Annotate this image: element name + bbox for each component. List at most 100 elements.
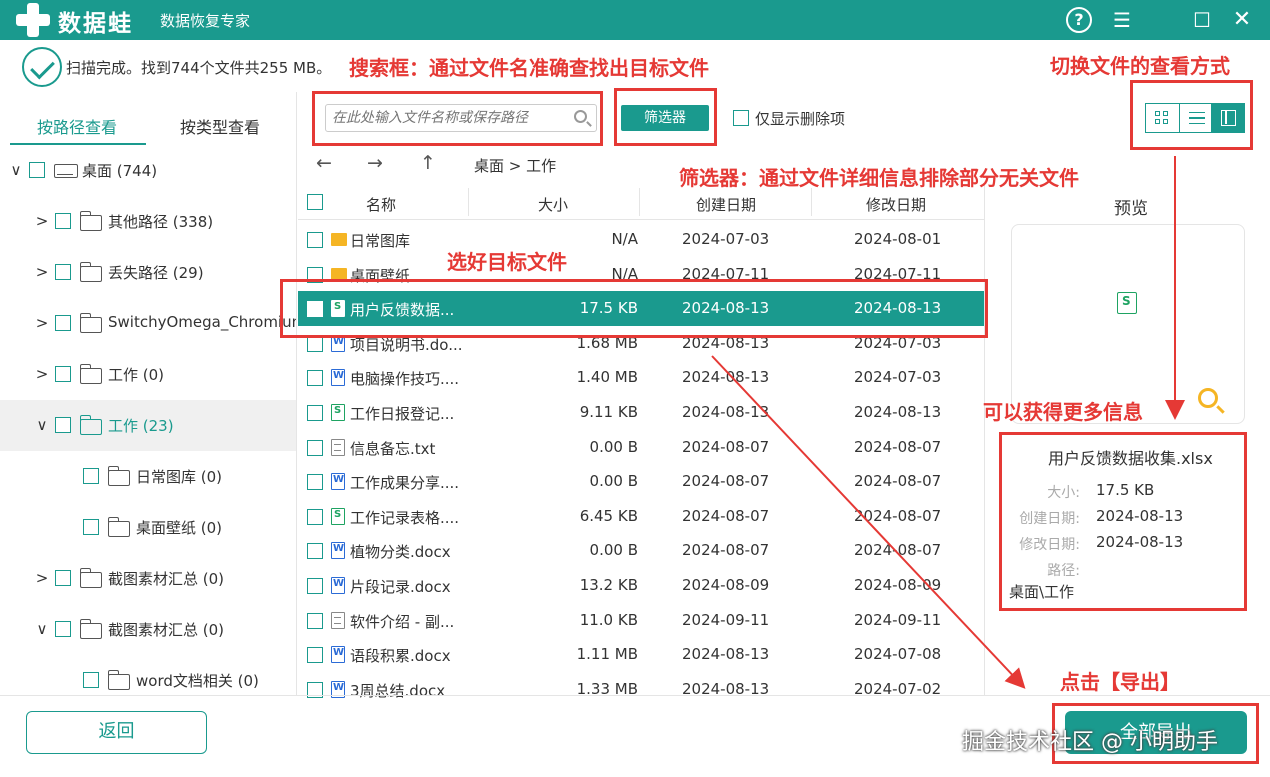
- column-separator: [639, 188, 640, 216]
- column-size[interactable]: 大小: [538, 194, 568, 215]
- table-row[interactable]: 工作成果分享.... 0.00 B 2024-08-07 2024-08-07: [298, 464, 984, 499]
- row-checkbox[interactable]: [307, 439, 323, 456]
- expand-arrow-icon[interactable]: [60, 466, 80, 486]
- table-divider: [984, 185, 985, 695]
- tree-item[interactable]: ∨ 截图素材汇总 (0): [0, 604, 296, 655]
- cell-name: 软件介绍 - 副...: [350, 612, 455, 631]
- help-icon[interactable]: ?: [1066, 7, 1092, 33]
- menu-icon[interactable]: ☰: [1108, 6, 1136, 34]
- expand-arrow-icon[interactable]: [60, 517, 80, 537]
- text-file-icon: [331, 438, 345, 456]
- tree-checkbox[interactable]: [55, 621, 71, 637]
- cell-name: 信息备忘.txt: [350, 439, 436, 458]
- tree-checkbox[interactable]: [55, 213, 71, 229]
- expand-arrow-icon[interactable]: >: [32, 313, 52, 333]
- table-row[interactable]: 软件介绍 - 副... 11.0 KB 2024-09-11 2024-09-11: [298, 603, 984, 638]
- table-row[interactable]: 工作日报登记... 9.11 KB 2024-08-13 2024-08-13: [298, 395, 984, 430]
- tree-item-label: 丢失路径 (29): [108, 264, 204, 282]
- tree-checkbox[interactable]: [83, 672, 99, 688]
- row-checkbox[interactable]: [307, 508, 323, 525]
- table-row[interactable]: 日常图库 N/A 2024-07-03 2024-08-01: [298, 222, 984, 257]
- word-file-icon: [331, 473, 345, 491]
- table-row[interactable]: 片段记录.docx 13.2 KB 2024-08-09 2024-08-09: [298, 568, 984, 603]
- maximize-icon[interactable]: ☐: [1188, 6, 1216, 34]
- cell-name: 语段积累.docx: [350, 647, 451, 666]
- zoom-icon[interactable]: [1198, 388, 1218, 408]
- table-row[interactable]: 工作记录表格.... 6.45 KB 2024-08-07 2024-08-07: [298, 499, 984, 534]
- tree-checkbox[interactable]: [83, 468, 99, 484]
- tree-item[interactable]: > 截图素材汇总 (0): [0, 553, 296, 604]
- table-row[interactable]: 信息备忘.txt 0.00 B 2024-08-07 2024-08-07: [298, 430, 984, 465]
- back-button[interactable]: 返回: [26, 711, 207, 754]
- expand-arrow-icon[interactable]: >: [32, 211, 52, 231]
- column-name[interactable]: 名称: [366, 194, 396, 215]
- forward-arrow-icon[interactable]: →: [367, 152, 383, 174]
- tree-item[interactable]: ∨ 工作 (23): [0, 400, 296, 451]
- word-file-icon: [331, 646, 345, 664]
- tree-checkbox[interactable]: [55, 264, 71, 280]
- tree-item[interactable]: > 丢失路径 (29): [0, 247, 296, 298]
- folder-icon: [79, 415, 102, 435]
- table-row[interactable]: 3周总结.docx1.33 MB2024-08-132024-07-02: [298, 672, 984, 707]
- expand-arrow-icon[interactable]: ∨: [32, 619, 52, 639]
- tree-item[interactable]: word文档相关 (0): [0, 655, 296, 695]
- word-file-icon: [331, 577, 345, 594]
- tree-item[interactable]: 日常图库 (0): [0, 451, 296, 502]
- tree-item[interactable]: > SwitchyOmega_Chromium: [0, 298, 296, 349]
- tree-item-label: 桌面 (744): [82, 162, 158, 180]
- expand-arrow-icon[interactable]: ∨: [6, 160, 26, 180]
- tree-item[interactable]: > 工作 (0): [0, 349, 296, 400]
- table-row[interactable]: 语段积累.docx 1.11 MB 2024-08-13 2024-07-08: [298, 637, 984, 672]
- cell-size: 0.00 B: [589, 437, 638, 456]
- word-file-icon: [331, 369, 345, 387]
- only-deleted-checkbox[interactable]: [733, 110, 749, 126]
- table-row[interactable]: 植物分类.docx 0.00 B 2024-08-07 2024-08-07: [298, 533, 984, 568]
- excel-file-icon: [1117, 292, 1137, 314]
- folder-icon: [107, 670, 130, 690]
- expand-arrow-icon[interactable]: >: [32, 364, 52, 384]
- select-all-checkbox[interactable]: [307, 194, 323, 210]
- app-brand: 数据蛙: [58, 11, 133, 37]
- table-row[interactable]: 电脑操作技巧.... 1.40 MB 2024-08-13 2024-07-03: [298, 360, 984, 395]
- cell-size: 1.11 MB: [576, 645, 638, 664]
- drive-icon: [54, 164, 78, 178]
- close-icon[interactable]: ✕: [1228, 6, 1256, 34]
- row-checkbox[interactable]: [307, 647, 323, 664]
- row-checkbox[interactable]: [307, 543, 323, 560]
- tree-checkbox[interactable]: [55, 570, 71, 586]
- back-arrow-icon[interactable]: ←: [316, 152, 332, 174]
- tree-item[interactable]: ∨ 桌面 (744): [0, 145, 296, 196]
- expand-arrow-icon[interactable]: ∨: [32, 415, 52, 435]
- tree-checkbox[interactable]: [29, 162, 45, 178]
- expand-arrow-icon[interactable]: [60, 670, 80, 690]
- up-arrow-icon[interactable]: ↑: [420, 152, 436, 174]
- breadcrumb: 桌面 > 工作: [474, 157, 557, 175]
- tree-checkbox[interactable]: [83, 519, 99, 535]
- cell-size: 9.11 KB: [579, 403, 638, 421]
- folder-icon: [79, 619, 102, 639]
- cell-size: 1.40 MB: [576, 368, 638, 387]
- tab-by-type[interactable]: 按类型查看: [180, 114, 260, 138]
- tree-checkbox[interactable]: [55, 315, 71, 331]
- row-checkbox[interactable]: [307, 335, 323, 352]
- row-checkbox[interactable]: [307, 612, 323, 629]
- expand-arrow-icon[interactable]: >: [32, 262, 52, 282]
- cell-name: 日常图库: [350, 232, 411, 250]
- row-checkbox[interactable]: [307, 474, 323, 491]
- row-checkbox[interactable]: [307, 578, 323, 594]
- tree-checkbox[interactable]: [55, 417, 71, 433]
- column-created[interactable]: 创建日期: [696, 194, 756, 215]
- cell-created: 2024-09-11: [682, 610, 770, 629]
- tree-checkbox[interactable]: [55, 366, 71, 382]
- tree-item[interactable]: 桌面壁纸 (0): [0, 502, 296, 553]
- column-modified[interactable]: 修改日期: [866, 194, 926, 215]
- scan-status-text: 扫描完成。找到744个文件共255 MB。: [66, 59, 332, 77]
- row-checkbox[interactable]: [307, 405, 323, 421]
- cell-name: 工作日报登记...: [350, 405, 455, 423]
- tab-by-path[interactable]: 按路径查看: [37, 114, 117, 138]
- tree-item[interactable]: > 其他路径 (338): [0, 196, 296, 247]
- expand-arrow-icon[interactable]: >: [32, 568, 52, 588]
- row-checkbox[interactable]: [307, 232, 323, 248]
- annotation-box-info: [999, 432, 1247, 611]
- row-checkbox[interactable]: [307, 370, 323, 387]
